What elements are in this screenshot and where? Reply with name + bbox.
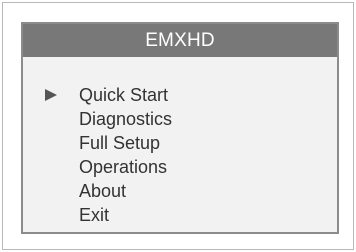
menu-item-label: Exit [79,205,110,225]
menu-item-label: About [79,181,127,201]
menu-item-operations[interactable]: Operations [23,155,337,179]
menu-item-label: Full Setup [79,133,161,153]
menu-item-full-setup[interactable]: Full Setup [23,131,337,155]
menu-item-label: Quick Start [79,85,169,105]
menu-item-label: Diagnostics [79,109,173,129]
screen-title: EMXHD [145,29,215,51]
lcd-screen: EMXHD Quick Start Diagnostics Full Setup… [21,22,339,234]
menu-item-exit[interactable]: Exit [23,203,337,227]
menu-item-label: Operations [79,157,168,177]
menu-item-quick-start[interactable]: Quick Start [23,83,337,107]
device-display-frame: EMXHD Quick Start Diagnostics Full Setup… [2,2,354,250]
title-bar: EMXHD [23,24,337,57]
selection-pointer-icon [45,89,57,101]
menu-item-diagnostics[interactable]: Diagnostics [23,107,337,131]
menu-item-about[interactable]: About [23,179,337,203]
main-menu: Quick Start Diagnostics Full Setup Opera… [23,83,337,227]
